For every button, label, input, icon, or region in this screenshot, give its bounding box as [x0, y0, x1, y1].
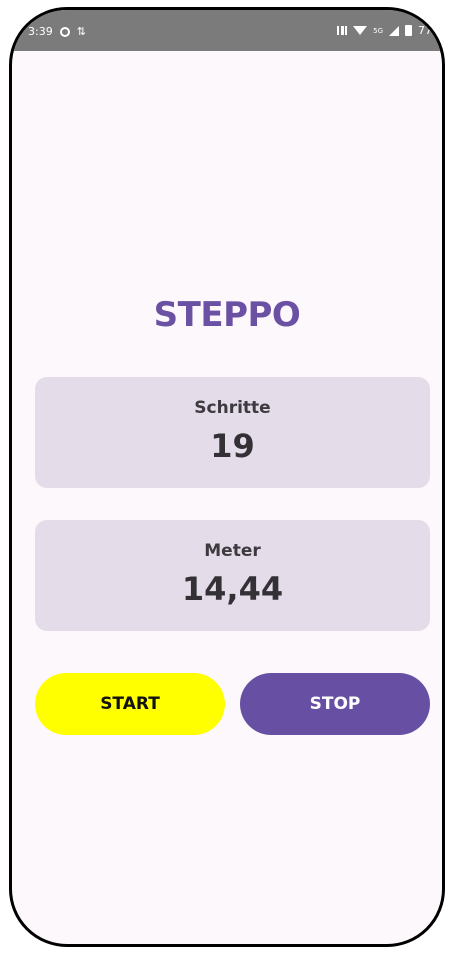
transfer-notification-icon: ⇅: [76, 25, 86, 38]
battery-level: 77: [418, 24, 432, 37]
meter-label: Meter: [204, 541, 261, 561]
steps-value: 19: [210, 427, 255, 465]
app-notification-icon: [59, 26, 70, 37]
phone-frame: 3:39 ⇅ 5G 77 STEPPO Schritte 19 Meter 14…: [9, 7, 445, 947]
vibrate-icon: [337, 26, 348, 35]
steps-label: Schritte: [194, 398, 271, 418]
status-time: 3:39: [28, 25, 53, 38]
steps-card: Schritte 19: [35, 377, 430, 488]
status-bar-left: 3:39 ⇅: [28, 25, 86, 38]
start-button[interactable]: START: [35, 673, 225, 735]
network-type-label: 5G: [373, 26, 383, 35]
meter-card: Meter 14,44: [35, 520, 430, 631]
wifi-icon: [353, 26, 368, 35]
battery-icon: [405, 25, 412, 36]
status-bar-right: 5G 77: [337, 24, 432, 37]
signal-icon: [389, 25, 399, 36]
meter-value: 14,44: [181, 570, 284, 608]
app-title: STEPPO: [153, 295, 301, 335]
status-bar: 3:39 ⇅ 5G 77: [12, 10, 442, 51]
stop-button[interactable]: STOP: [240, 673, 430, 735]
